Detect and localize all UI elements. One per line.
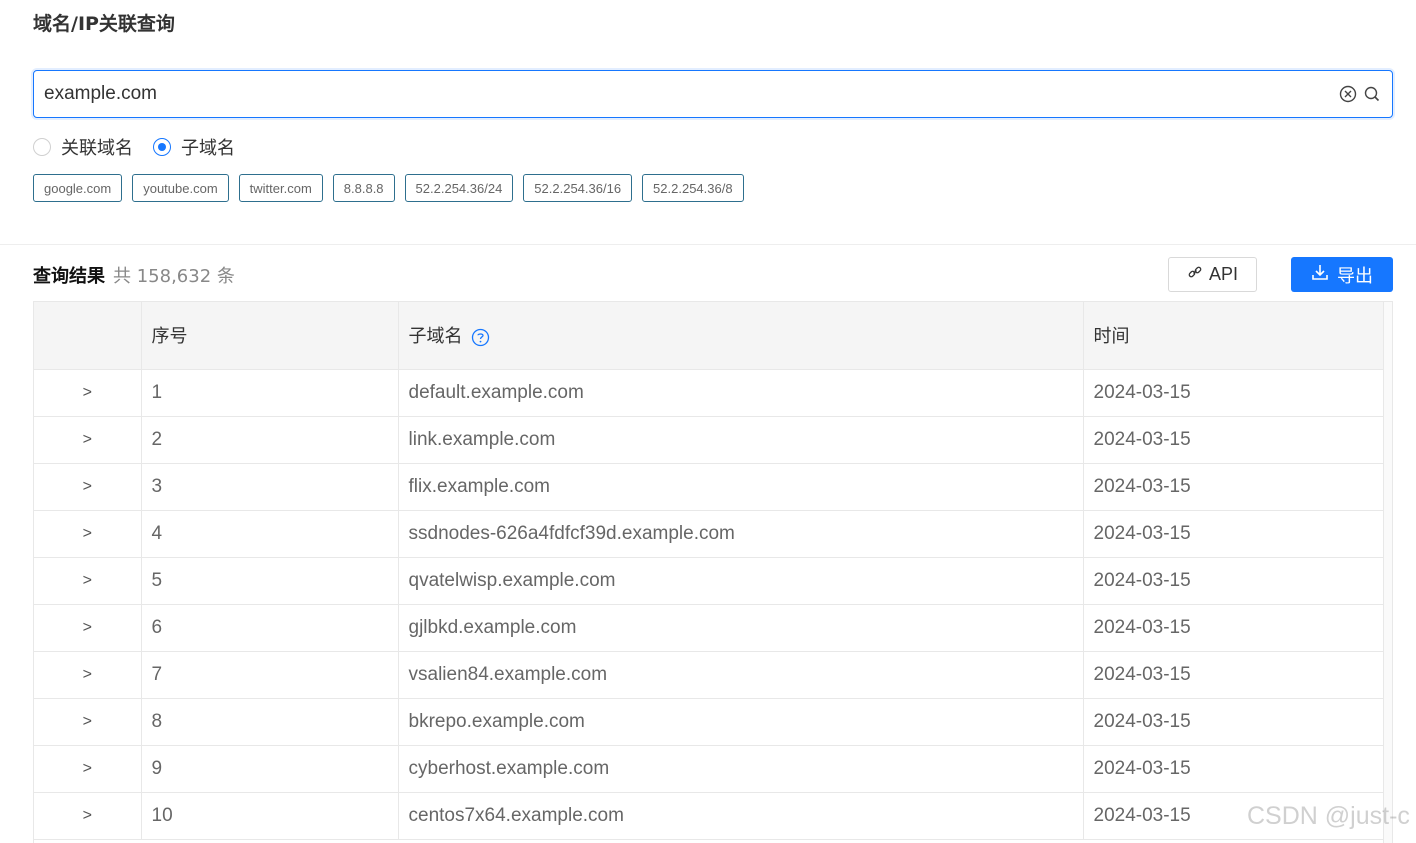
cell-index: 2: [141, 416, 399, 464]
link-icon: [1187, 264, 1203, 285]
expand-row-button[interactable]: >: [34, 510, 142, 558]
radio-subdomain[interactable]: 子域名: [153, 134, 235, 160]
search-icon[interactable]: [1362, 84, 1382, 104]
section-divider: [0, 244, 1416, 245]
expand-row-button[interactable]: >: [34, 416, 142, 464]
page-title: 域名/IP关联查询: [33, 13, 175, 35]
cell-index: 10: [141, 792, 399, 840]
clear-circle-icon[interactable]: [1338, 84, 1358, 104]
cell-subdomain: default.example.com: [398, 369, 1084, 417]
cell-subdomain: centos7x64.example.com: [398, 792, 1084, 840]
expand-row-button[interactable]: >: [34, 792, 142, 840]
column-header-time: 时间: [1083, 302, 1385, 370]
export-button[interactable]: 导出: [1291, 257, 1393, 292]
cell-index: 9: [141, 745, 399, 793]
column-header-index: 序号: [141, 302, 399, 370]
cell-time: 2024-03-15: [1083, 557, 1385, 605]
tag-dns-ip[interactable]: 8.8.8.8: [332, 174, 395, 202]
cell-time: 2024-03-15: [1083, 369, 1385, 417]
cell-index: 7: [141, 651, 399, 699]
column-header-expand: [34, 302, 142, 370]
tag-cidr-16[interactable]: 52.2.254.36/16: [523, 174, 633, 202]
radio-label: 关联域名: [61, 138, 133, 159]
search-box: [33, 70, 1393, 118]
tag-cidr-24[interactable]: 52.2.254.36/24: [404, 174, 514, 202]
column-header-subdomain-label: 子域名: [408, 326, 463, 348]
expand-row-button[interactable]: >: [34, 557, 142, 605]
results-title: 查询结果: [33, 266, 105, 287]
table-row: > 5 qvatelwisp.example.com 2024-03-15: [34, 557, 1385, 605]
cell-subdomain: bkrepo.example.com: [398, 698, 1084, 746]
export-button-label: 导出: [1337, 265, 1373, 287]
cell-index: 3: [141, 463, 399, 511]
cell-time: 2024-03-15: [1083, 463, 1385, 511]
table-row: > 6 gjlbkd.example.com 2024-03-15: [34, 604, 1385, 652]
table-row: > 8 bkrepo.example.com 2024-03-15: [34, 698, 1385, 746]
cell-subdomain: ssdnodes-626a4fdfcf39d.example.com: [398, 510, 1084, 558]
table-row: > 3 flix.example.com 2024-03-15: [34, 463, 1385, 511]
cell-time: 2024-03-15: [1083, 416, 1385, 464]
query-type-radio-group: 关联域名 子域名: [33, 134, 235, 160]
cell-subdomain: gjlbkd.example.com: [398, 604, 1084, 652]
expand-row-button[interactable]: >: [34, 369, 142, 417]
tag-google[interactable]: google.com: [33, 174, 123, 202]
cell-time: 2024-03-15: [1083, 604, 1385, 652]
cell-time: 2024-03-15: [1083, 745, 1385, 793]
cell-subdomain: link.example.com: [398, 416, 1084, 464]
cell-subdomain: qvatelwisp.example.com: [398, 557, 1084, 605]
radio-related-domain[interactable]: 关联域名: [33, 134, 133, 160]
cell-subdomain: vsalien84.example.com: [398, 651, 1084, 699]
table-row: > 2 link.example.com 2024-03-15: [34, 416, 1385, 464]
question-circle-icon[interactable]: [471, 328, 490, 347]
column-header-subdomain: 子域名: [398, 302, 1084, 370]
results-count: 共 158,632 条: [113, 266, 235, 287]
download-icon: [1311, 263, 1329, 286]
api-button-label: API: [1208, 264, 1238, 284]
table-row: > 1 default.example.com 2024-03-15: [34, 369, 1385, 417]
cell-time: 2024-03-15: [1083, 698, 1385, 746]
cell-subdomain: cyberhost.example.com: [398, 745, 1084, 793]
example-tags: google.com youtube.com twitter.com 8.8.8…: [33, 174, 744, 202]
cell-index: 5: [141, 557, 399, 605]
expand-row-button[interactable]: >: [34, 463, 142, 511]
expand-row-button[interactable]: >: [34, 651, 142, 699]
cell-time: 2024-03-15: [1083, 510, 1385, 558]
cell-index: 4: [141, 510, 399, 558]
cell-index: 8: [141, 698, 399, 746]
radio-circle-unchecked[interactable]: [33, 138, 51, 156]
tag-cidr-8[interactable]: 52.2.254.36/8: [642, 174, 744, 202]
table-row: > 4 ssdnodes-626a4fdfcf39d.example.com 2…: [34, 510, 1385, 558]
cell-time: 2024-03-15: [1083, 651, 1385, 699]
table-header-row: 序号 子域名 时间: [34, 302, 1385, 370]
search-input[interactable]: [44, 79, 1338, 109]
results-table: 序号 子域名 时间 > 1 default.example.com 2024-0…: [33, 301, 1393, 843]
expand-row-button[interactable]: >: [34, 745, 142, 793]
table-row: > 7 vsalien84.example.com 2024-03-15: [34, 651, 1385, 699]
cell-index: 1: [141, 369, 399, 417]
tag-twitter[interactable]: twitter.com: [238, 174, 323, 202]
radio-label: 子域名: [181, 138, 235, 159]
results-header: 查询结果 共 158,632 条: [33, 262, 235, 288]
table-vertical-scrollbar[interactable]: [1383, 302, 1392, 843]
watermark: CSDN @just-c: [1247, 802, 1410, 830]
expand-row-button[interactable]: >: [34, 604, 142, 652]
tag-youtube[interactable]: youtube.com: [132, 174, 229, 202]
api-button[interactable]: API: [1168, 257, 1257, 292]
radio-circle-checked[interactable]: [153, 138, 171, 156]
cell-subdomain: flix.example.com: [398, 463, 1084, 511]
table-row: > 10 centos7x64.example.com 2024-03-15: [34, 792, 1385, 840]
expand-row-button[interactable]: >: [34, 698, 142, 746]
table-row: > 9 cyberhost.example.com 2024-03-15: [34, 745, 1385, 793]
cell-index: 6: [141, 604, 399, 652]
